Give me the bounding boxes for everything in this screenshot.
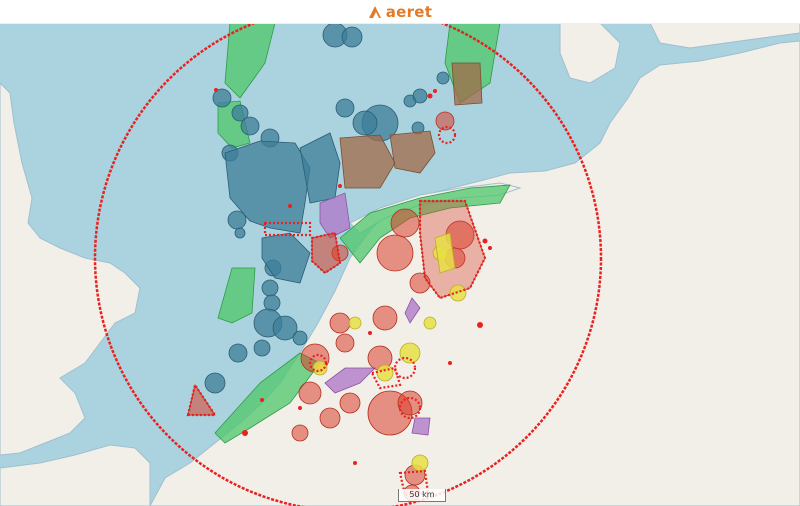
blue-zone[interactable]	[436, 71, 450, 85]
marker[interactable]	[448, 361, 452, 365]
marker[interactable]	[477, 322, 483, 328]
blue-zone[interactable]	[335, 98, 355, 118]
yellow-zone[interactable]	[423, 316, 437, 330]
yellow-zone[interactable]	[376, 364, 394, 382]
blue-zone[interactable]	[292, 330, 308, 346]
marker[interactable]	[433, 89, 437, 93]
purple-zone[interactable]	[411, 417, 431, 436]
blue-zone[interactable]	[263, 294, 281, 312]
blue-zone[interactable]	[253, 339, 271, 357]
blue-zone[interactable]	[204, 372, 226, 394]
red-zone[interactable]	[390, 208, 420, 238]
red-zone[interactable]	[319, 407, 341, 429]
yellow-zone[interactable]	[411, 454, 429, 472]
marker[interactable]	[427, 93, 433, 99]
brand-logo[interactable]: aeret	[368, 3, 433, 21]
map-scale: 50 km	[398, 489, 446, 502]
marker[interactable]	[260, 398, 264, 402]
red-zone[interactable]	[339, 392, 361, 414]
marker[interactable]	[482, 238, 488, 244]
yellow-zone[interactable]	[348, 316, 362, 330]
blue-zone[interactable]	[240, 116, 260, 136]
blue-zone[interactable]	[261, 279, 279, 297]
marker[interactable]	[353, 461, 357, 465]
marker[interactable]	[338, 184, 342, 188]
red-zone[interactable]	[298, 381, 322, 405]
marker[interactable]	[214, 88, 218, 92]
red-zone[interactable]	[291, 424, 309, 442]
marker[interactable]	[368, 331, 372, 335]
marker[interactable]	[488, 246, 492, 250]
red-zone[interactable]	[335, 333, 355, 353]
blue-zone[interactable]	[412, 88, 428, 104]
map-view[interactable]	[0, 23, 800, 506]
marker[interactable]	[242, 430, 248, 436]
marker[interactable]	[298, 406, 302, 410]
blue-zone[interactable]	[341, 26, 363, 48]
red-zone[interactable]	[329, 312, 351, 334]
top-bar: aeret	[0, 0, 800, 24]
aeret-logo-icon	[368, 5, 381, 18]
red-zone[interactable]	[372, 305, 398, 331]
marker[interactable]	[288, 204, 292, 208]
brand-name: aeret	[385, 2, 433, 21]
blue-zone[interactable]	[352, 110, 378, 136]
brown-zone[interactable]	[451, 62, 483, 106]
blue-zone[interactable]	[228, 343, 248, 363]
red-zone[interactable]	[376, 234, 414, 272]
blue-zone[interactable]	[234, 227, 246, 239]
